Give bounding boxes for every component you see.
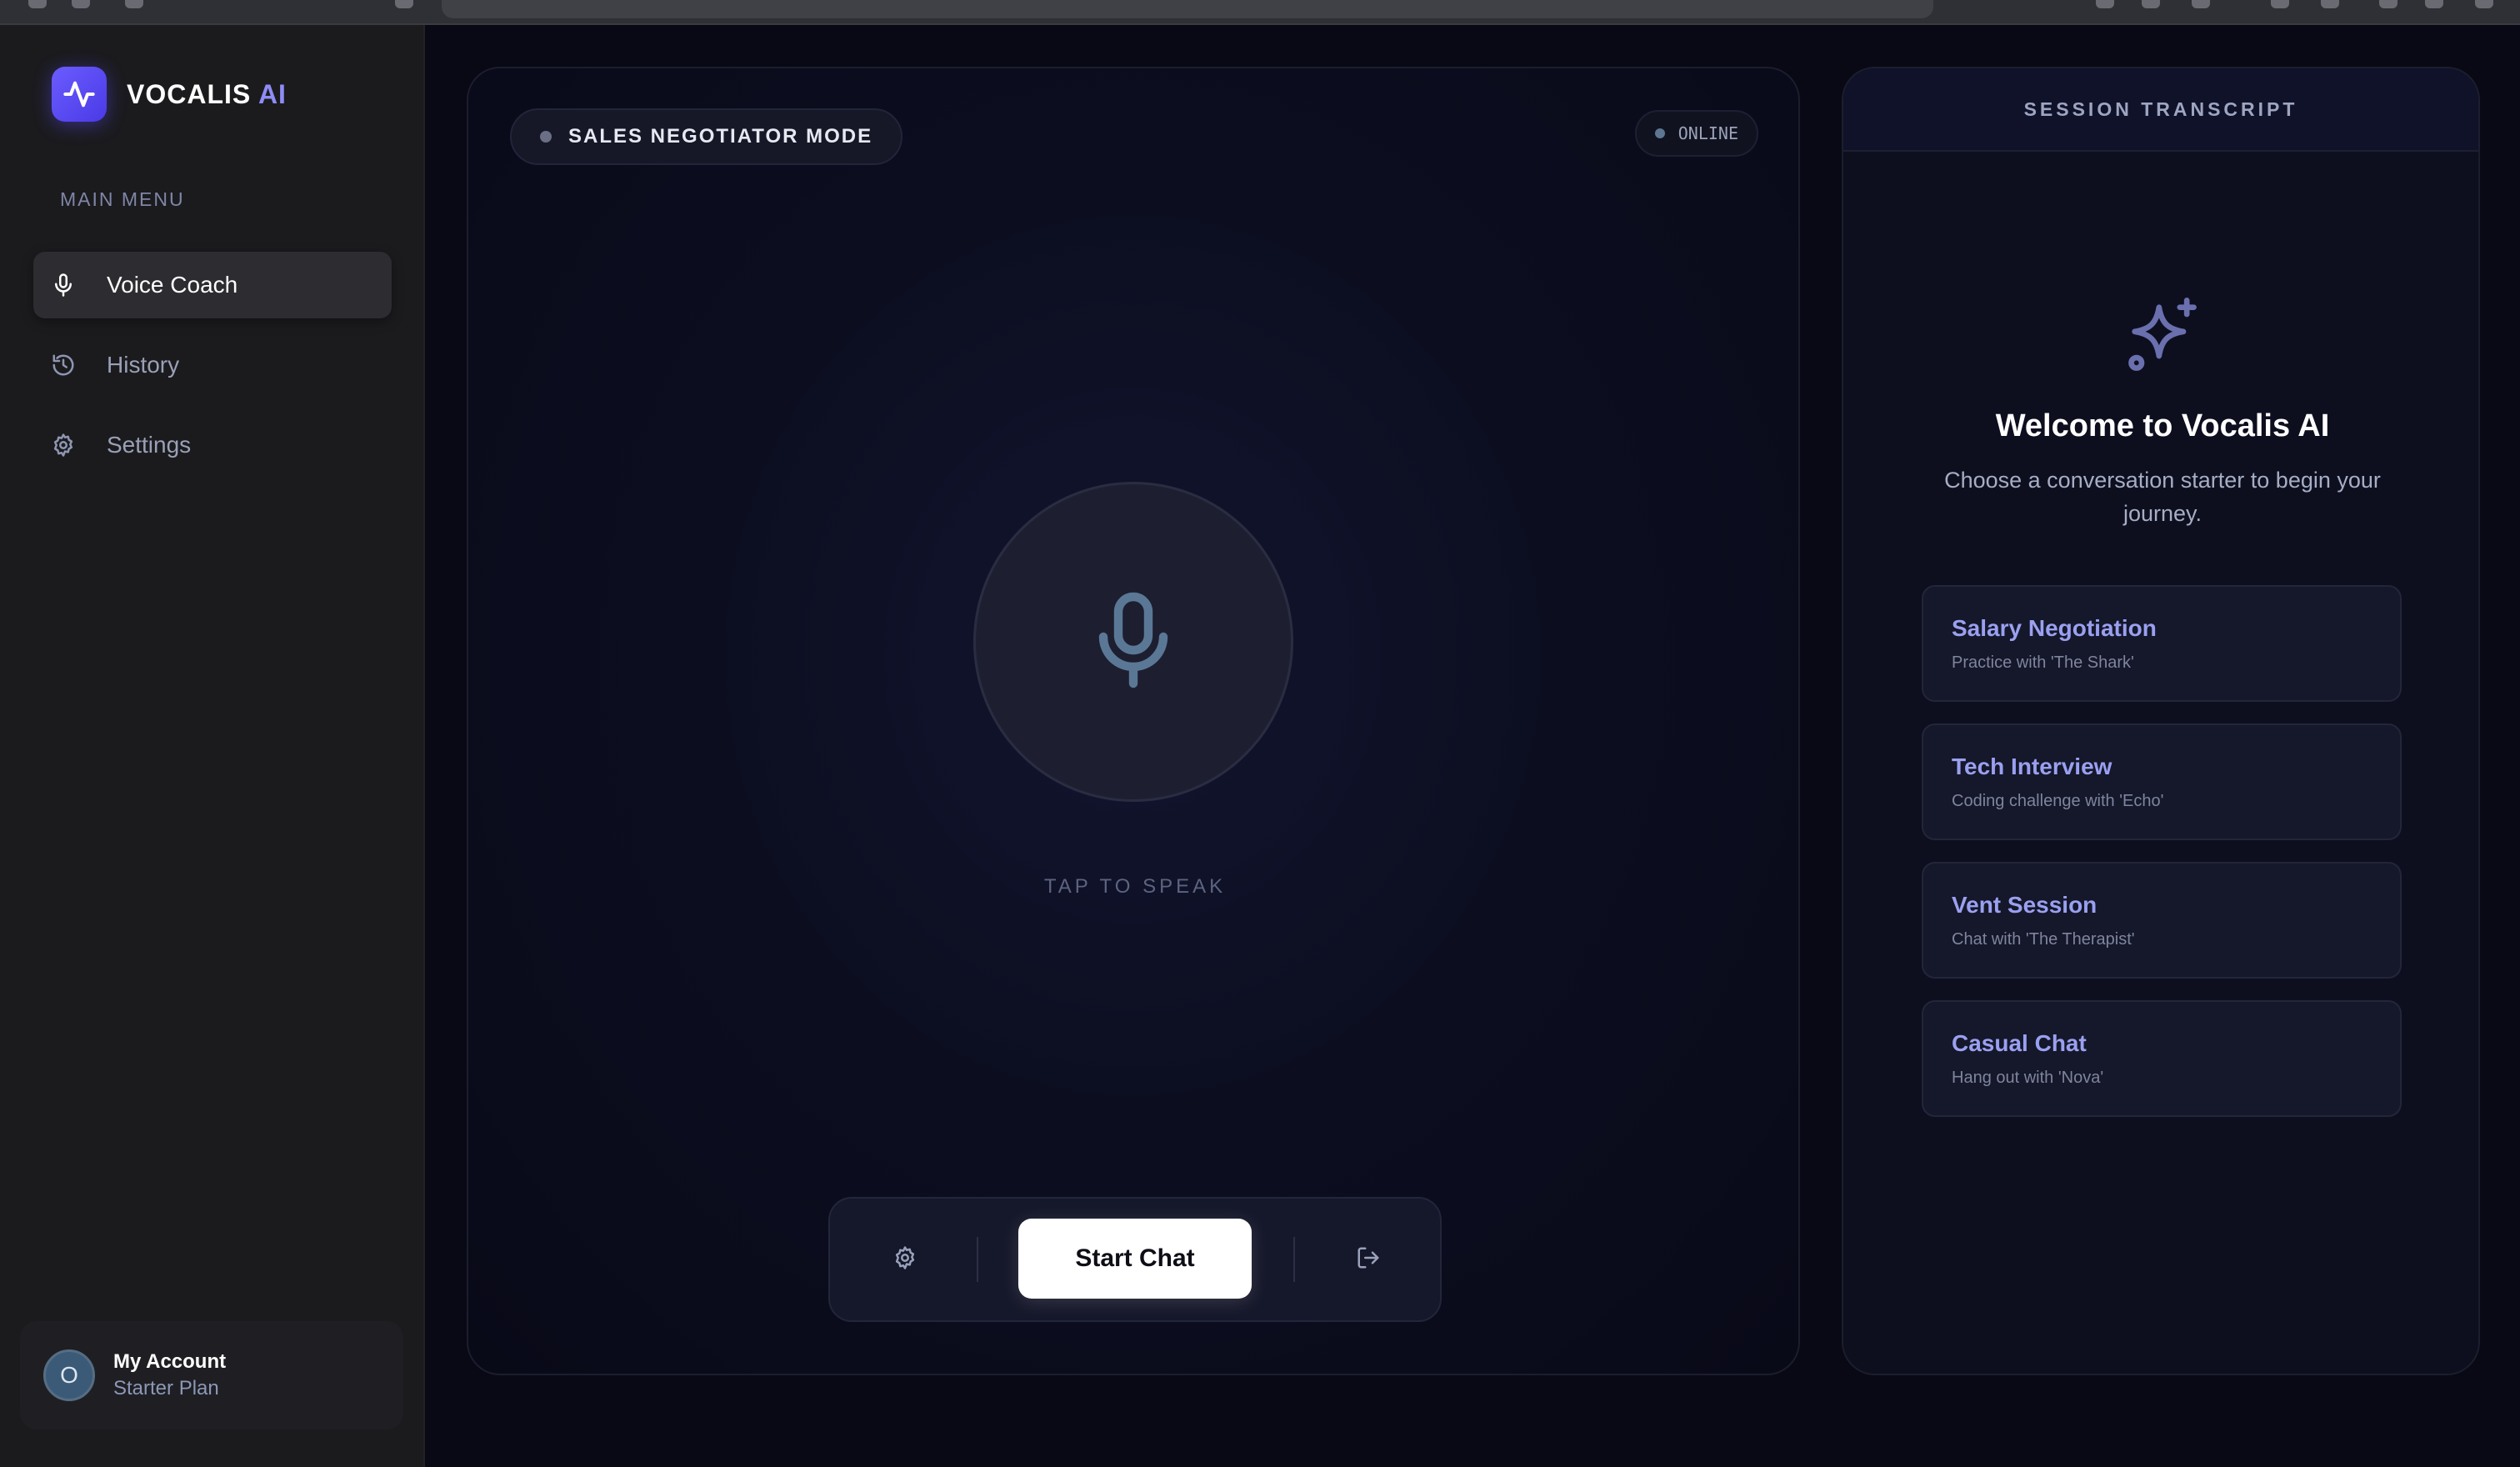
history-icon: [48, 350, 78, 380]
welcome-title: Welcome to Vocalis AI: [1995, 408, 2330, 443]
extension-icon[interactable]: [2192, 0, 2210, 8]
starter-description: Coding challenge with 'Echo': [1952, 792, 2164, 810]
mode-label: SALES NEGOTIATOR MODE: [568, 125, 873, 148]
reload-icon[interactable]: [125, 0, 143, 8]
status-dot-icon: [1654, 128, 1665, 138]
transcript-heading: SESSION TRANSCRIPT: [1843, 68, 2478, 152]
extension-icon[interactable]: [2321, 0, 2339, 8]
menu-heading: MAIN MENU: [60, 188, 185, 210]
starter-title: Vent Session: [1952, 892, 2098, 918]
sidebar: VOCALIS AI MAIN MENU Voice Coach History…: [0, 25, 425, 1467]
starter-card-tech-interview[interactable]: Tech Interview Coding challenge with 'Ec…: [1922, 723, 2402, 840]
account-name: My Account: [113, 1350, 227, 1373]
forward-icon[interactable]: [72, 0, 90, 8]
settings-button[interactable]: [882, 1236, 928, 1283]
mic-button[interactable]: [973, 482, 1293, 802]
sidebar-item-settings[interactable]: Settings: [33, 412, 392, 478]
address-bar[interactable]: [442, 0, 1933, 18]
mic-icon: [48, 270, 78, 300]
extension-icon[interactable]: [2096, 0, 2114, 8]
sparkle-icon: [2121, 293, 2204, 377]
bookmark-icon[interactable]: [395, 0, 413, 8]
sidebar-item-label: Settings: [107, 432, 192, 458]
brand-name-text: VOCALIS: [127, 78, 252, 109]
start-chat-button[interactable]: Start Chat: [1018, 1219, 1252, 1299]
pulse-logo-icon: [52, 67, 107, 122]
account-text: My Account Starter Plan: [113, 1350, 226, 1400]
starter-card-vent-session[interactable]: Vent Session Chat with 'The Therapist': [1922, 862, 2402, 979]
starter-title: Tech Interview: [1952, 754, 2112, 779]
sidebar-item-label: Voice Coach: [107, 272, 238, 298]
starter-description: Practice with 'The Shark': [1952, 653, 2134, 672]
starter-list: Salary Negotiation Practice with 'The Sh…: [1922, 585, 2402, 1139]
sidebar-item-voice-coach[interactable]: Voice Coach: [33, 252, 392, 318]
extension-icon[interactable]: [2379, 0, 2398, 8]
mode-dot-icon: [540, 131, 552, 143]
brand-name: VOCALIS AI: [127, 79, 287, 110]
transcript-panel: SESSION TRANSCRIPT Welcome to Vocalis AI…: [1842, 67, 2480, 1375]
starter-description: Chat with 'The Therapist': [1952, 930, 2135, 949]
divider: [977, 1237, 978, 1282]
gear-icon: [48, 430, 78, 460]
exit-button[interactable]: [1345, 1236, 1392, 1283]
status-badge: ONLINE: [1634, 110, 1758, 157]
status-label: ONLINE: [1678, 123, 1738, 143]
browser-chrome: [0, 0, 2520, 25]
mode-badge: SALES NEGOTIATOR MODE: [510, 108, 903, 165]
menu-icon[interactable]: [2475, 0, 2493, 8]
sidebar-nav: Voice Coach History Settings: [33, 252, 392, 492]
log-out-icon: [1356, 1245, 1381, 1274]
tap-to-speak-label: TAP TO SPEAK: [1043, 875, 1227, 898]
sidebar-item-label: History: [107, 352, 180, 378]
starter-title: Salary Negotiation: [1952, 615, 2157, 641]
extension-icon[interactable]: [2142, 0, 2160, 8]
starter-title: Casual Chat: [1952, 1030, 2087, 1056]
voice-panel: SALES NEGOTIATOR MODE ONLINE TAP TO SPEA…: [467, 67, 1800, 1375]
starter-description: Hang out with 'Nova': [1952, 1069, 2104, 1087]
account-card[interactable]: O My Account Starter Plan: [20, 1321, 403, 1429]
back-icon[interactable]: [28, 0, 47, 8]
starter-card-casual-chat[interactable]: Casual Chat Hang out with 'Nova': [1922, 1000, 2402, 1117]
gear-icon: [892, 1245, 918, 1274]
extension-icon[interactable]: [2425, 0, 2443, 8]
mic-icon: [1093, 590, 1173, 694]
sidebar-item-history[interactable]: History: [33, 332, 392, 398]
divider: [1293, 1237, 1295, 1282]
welcome-subtitle: Choose a conversation starter to begin y…: [1944, 468, 2381, 526]
brand-name-accent: AI: [258, 78, 287, 109]
starter-card-salary-negotiation[interactable]: Salary Negotiation Practice with 'The Sh…: [1922, 585, 2402, 702]
control-bar: Start Chat: [828, 1197, 1442, 1322]
account-plan: Starter Plan: [113, 1377, 219, 1399]
extension-icon[interactable]: [2271, 0, 2289, 8]
brand[interactable]: VOCALIS AI: [52, 67, 287, 122]
avatar: O: [43, 1349, 95, 1401]
